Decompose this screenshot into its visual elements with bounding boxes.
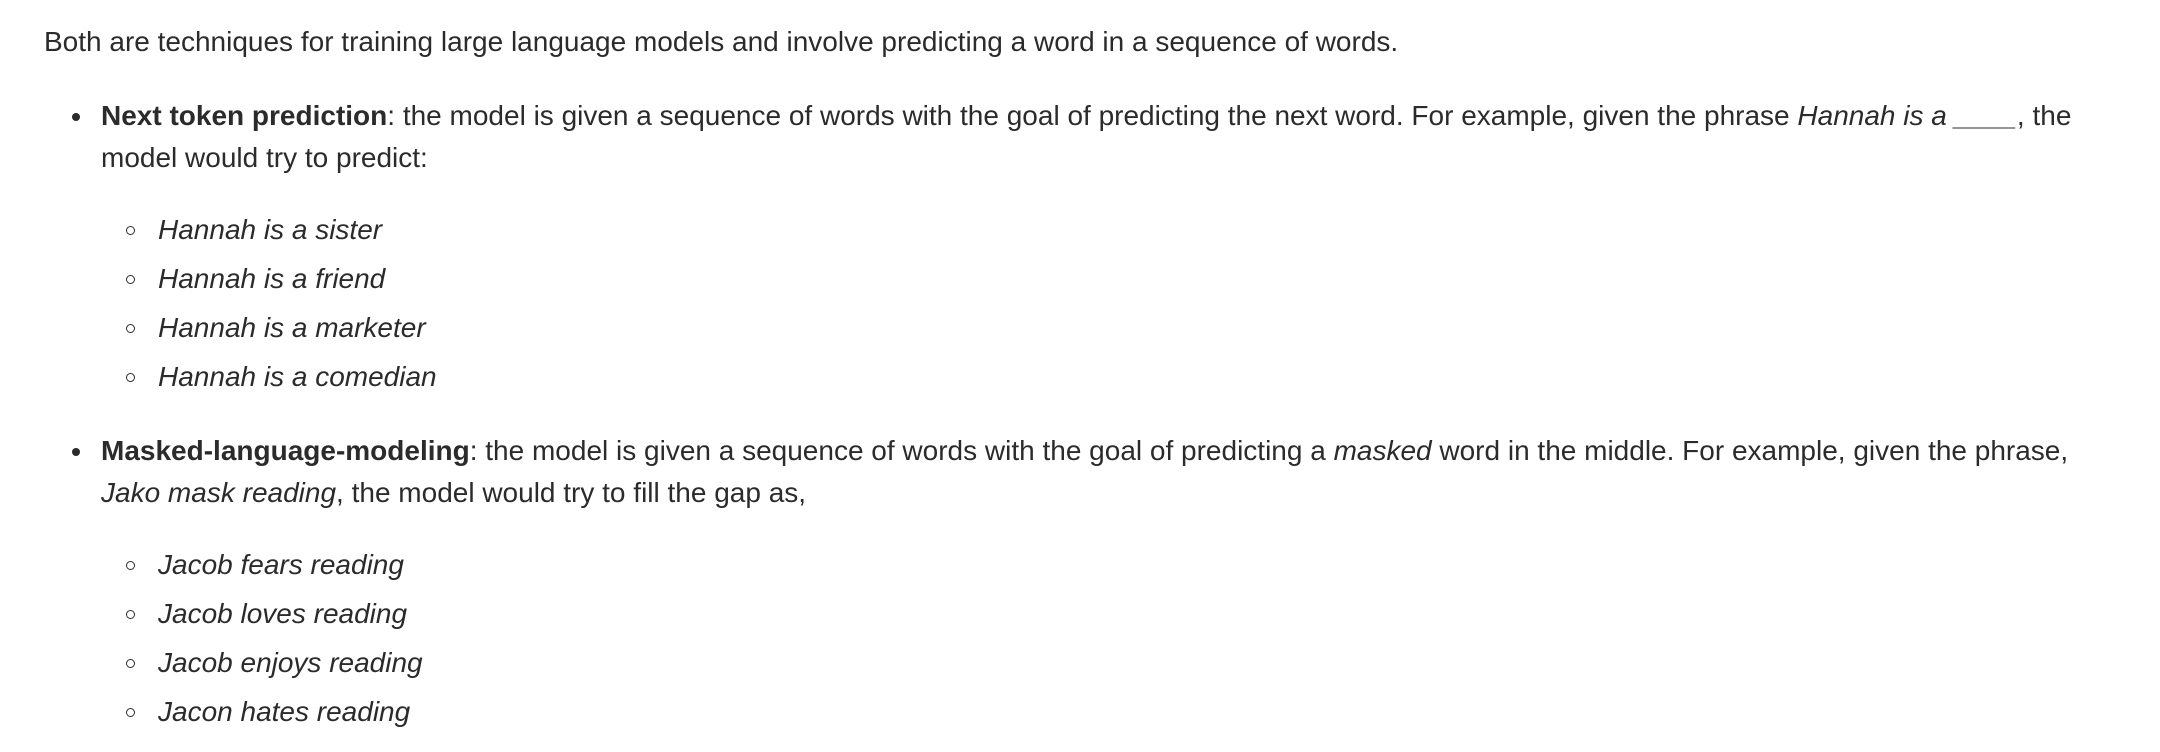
list-item: Jacon hates reading [126, 691, 2134, 733]
masked-phrase-mask: mask [160, 477, 235, 508]
intro-paragraph: Both are techniques for training large l… [44, 26, 1399, 57]
technique-list: Next token prediction: the model is give… [44, 95, 2134, 733]
list-item: Jacob loves reading [126, 593, 2134, 635]
next-token-examples: Hannah is a sister Hannah is a friend Ha… [101, 209, 2134, 398]
masked-lm-text-c: , the model would try to fill the gap as… [336, 477, 807, 508]
masked-phrase-b: reading [234, 477, 337, 508]
list-item: Hannah is a comedian [126, 356, 2134, 398]
masked-lm-examples: Jacob fears reading Jacob loves reading … [101, 544, 2134, 733]
term-masked-lm: Masked-language-modeling [101, 435, 470, 466]
next-token-description: Next token prediction: the model is give… [101, 95, 2134, 179]
list-item: Hannah is a friend [126, 258, 2134, 300]
masked-phrase-a: Jako [101, 477, 161, 508]
list-item: Hannah is a marketer [126, 307, 2134, 349]
list-item: Jacob fears reading [126, 544, 2134, 586]
list-item-masked-lm: Masked-language-modeling: the model is g… [72, 430, 2134, 733]
next-token-text-a: : the model is given a sequence of words… [387, 100, 1798, 131]
term-next-token: Next token prediction [101, 100, 388, 131]
list-item: Jacob enjoys reading [126, 642, 2134, 684]
document-body: Both are techniques for training large l… [0, 0, 2134, 733]
next-token-phrase: Hannah is a ____ [1797, 100, 2017, 131]
masked-lm-text-a: : the model is given a sequence of words… [469, 435, 1334, 466]
masked-lm-description: Masked-language-modeling: the model is g… [101, 430, 2134, 514]
list-item: Hannah is a sister [126, 209, 2134, 251]
list-item-next-token: Next token prediction: the model is give… [72, 95, 2134, 398]
masked-lm-text-b: word in the middle. For example, given t… [1431, 435, 2069, 466]
masked-emphasis: masked [1333, 435, 1432, 466]
